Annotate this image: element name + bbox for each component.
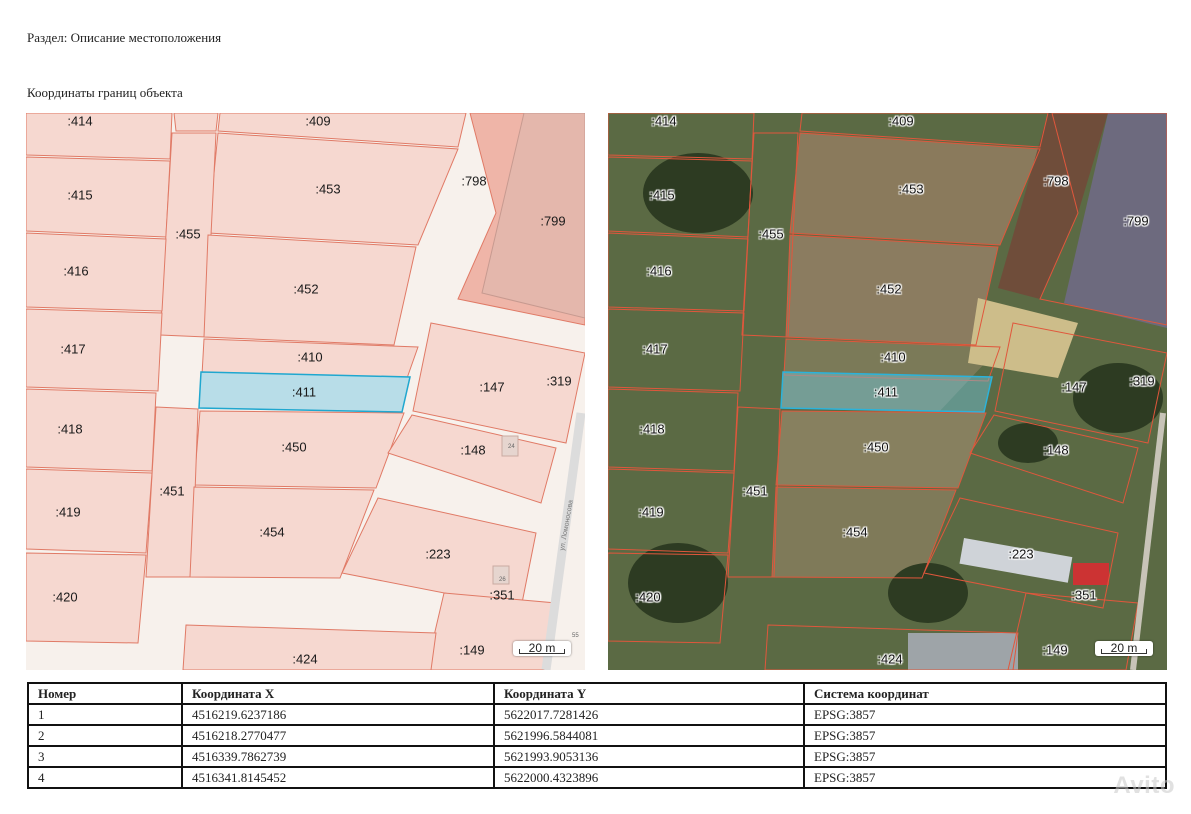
parcel-label[interactable]: :148 [1043, 444, 1068, 457]
table-row: 4 4516341.8145452 5622000.4323896 EPSG:3… [27, 766, 1167, 789]
parcel-label[interactable]: :420 [635, 591, 660, 604]
cell-x: 4516218.2770477 [181, 724, 495, 747]
header-coord-y: Координата Y [493, 682, 805, 705]
table-row: 1 4516219.6237186 5622017.7281426 EPSG:3… [27, 703, 1167, 726]
parcel-label[interactable]: :351 [1071, 589, 1096, 602]
parcel-label[interactable]: :351 [489, 589, 514, 602]
parcel-label[interactable]: :223 [425, 548, 450, 561]
parcel-label[interactable]: :420 [52, 591, 77, 604]
parcel-label[interactable]: :411 [292, 386, 316, 399]
parcel-label[interactable]: :149 [1042, 644, 1067, 657]
parcel-label[interactable]: :799 [1123, 215, 1148, 228]
parcel-label[interactable]: :416 [63, 265, 88, 278]
header-coord-system: Система координат [803, 682, 1167, 705]
parcel-label[interactable]: :415 [649, 189, 674, 202]
satellite-map[interactable]: :414 :409 :415 :453 :798 :799 :455 :416 … [608, 113, 1167, 670]
cell-system: EPSG:3857 [803, 724, 1167, 747]
parcel-label[interactable]: :319 [546, 375, 571, 388]
cell-number: 2 [27, 724, 183, 747]
parcel-label[interactable]: :410 [880, 351, 905, 364]
parcel-label[interactable]: :419 [55, 506, 80, 519]
avito-watermark: Avito [1113, 772, 1175, 799]
parcel-label[interactable]: :450 [863, 441, 888, 454]
parcel-label[interactable]: :147 [1061, 381, 1086, 394]
cell-number: 3 [27, 745, 183, 768]
cell-system: EPSG:3857 [803, 703, 1167, 726]
parcel-label[interactable]: :418 [639, 423, 664, 436]
cell-y: 5622000.4323896 [493, 766, 805, 789]
parcel-label[interactable]: :223 [1008, 548, 1033, 561]
parcel-label[interactable]: :416 [646, 265, 671, 278]
parcel-label[interactable]: :419 [638, 506, 663, 519]
parcel-label[interactable]: :451 [742, 485, 767, 498]
cell-x: 4516341.8145452 [181, 766, 495, 789]
parcel-label[interactable]: :319 [1129, 375, 1154, 388]
table-header-row: Номер Координата X Координата Y Система … [27, 682, 1167, 705]
cell-y: 5621993.9053136 [493, 745, 805, 768]
house-number: 24 [508, 444, 515, 450]
parcel-label[interactable]: :453 [898, 183, 923, 196]
cell-x: 4516339.7862739 [181, 745, 495, 768]
parcel-label[interactable]: :424 [292, 653, 317, 666]
cadastral-scheme-map[interactable]: ул. Ломоносова 24 26 55 :414 :409 :415 :… [26, 113, 585, 670]
parcel-label[interactable]: :148 [460, 444, 485, 457]
cell-y: 5621996.5844081 [493, 724, 805, 747]
parcel-label[interactable]: :451 [159, 485, 184, 498]
cell-number: 1 [27, 703, 183, 726]
scale-bar: 20 m [1095, 641, 1153, 656]
boundary-coordinates-table: Номер Координата X Координата Y Система … [27, 682, 1167, 789]
parcel-label[interactable]: :452 [293, 283, 318, 296]
cell-system: EPSG:3857 [803, 766, 1167, 789]
parcel-label[interactable]: :414 [651, 115, 676, 128]
parcel-label[interactable]: :452 [876, 283, 901, 296]
parcel-label[interactable]: :409 [888, 115, 913, 128]
parcel-label[interactable]: :455 [758, 228, 783, 241]
parcel-label[interactable]: :450 [281, 441, 306, 454]
parcel-label[interactable]: :453 [315, 183, 340, 196]
cell-number: 4 [27, 766, 183, 789]
parcel-label[interactable]: :411 [874, 386, 898, 399]
section-label: Раздел: Описание местоположения [27, 30, 222, 45]
header-number: Номер [27, 682, 183, 705]
house-number: 26 [499, 577, 506, 583]
cell-system: EPSG:3857 [803, 745, 1167, 768]
parcel-label[interactable]: :798 [1043, 175, 1068, 188]
table-row: 3 4516339.7862739 5621993.9053136 EPSG:3… [27, 745, 1167, 768]
cell-y: 5622017.7281426 [493, 703, 805, 726]
table-row: 2 4516218.2770477 5621996.5844081 EPSG:3… [27, 724, 1167, 747]
parcel-label[interactable]: :417 [642, 343, 667, 356]
header-coord-x: Координата X [181, 682, 495, 705]
parcel-label[interactable]: :147 [479, 381, 504, 394]
parcel-label[interactable]: :799 [540, 215, 565, 228]
parcel-label[interactable]: :454 [842, 526, 867, 539]
parcel-label[interactable]: :410 [297, 351, 322, 364]
parcel-label[interactable]: :418 [57, 423, 82, 436]
coordinates-heading: Координаты границ объекта [27, 85, 183, 100]
house-number: 55 [572, 633, 579, 639]
parcel-label[interactable]: :454 [259, 526, 284, 539]
parcel-label[interactable]: :414 [67, 115, 92, 128]
parcel-label[interactable]: :798 [461, 175, 486, 188]
parcel-label[interactable]: :415 [67, 189, 92, 202]
parcel-label[interactable]: :417 [60, 343, 85, 356]
parcel-label[interactable]: :409 [305, 115, 330, 128]
parcel-label[interactable]: :149 [459, 644, 484, 657]
scale-bar: 20 m [513, 641, 571, 656]
parcel-label[interactable]: :455 [175, 228, 200, 241]
cell-x: 4516219.6237186 [181, 703, 495, 726]
parcel-label[interactable]: :424 [877, 653, 902, 666]
